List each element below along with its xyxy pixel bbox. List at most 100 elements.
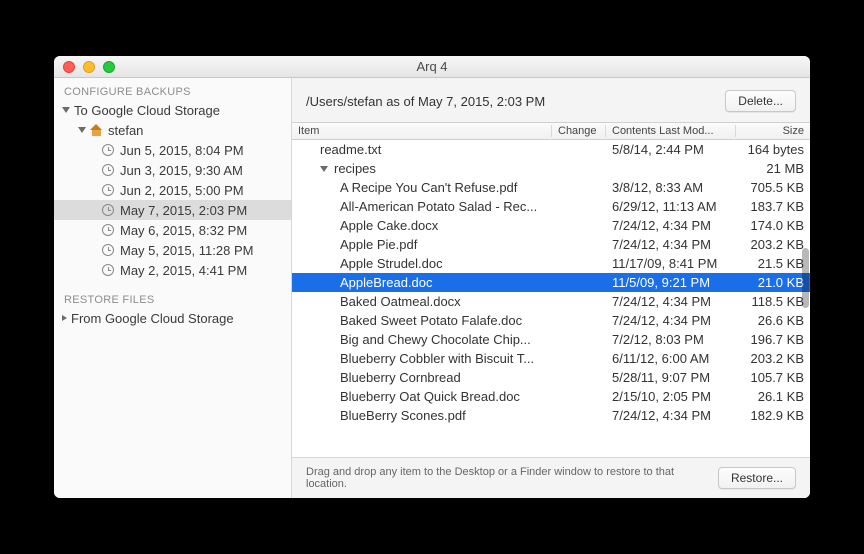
footer-hint: Drag and drop any item to the Desktop or… — [306, 466, 718, 490]
snapshot-label: May 5, 2015, 11:28 PM — [120, 243, 253, 258]
cell-item: Big and Chewy Chocolate Chip... — [292, 332, 552, 347]
cell-modified: 5/28/11, 9:07 PM — [606, 370, 736, 385]
cell-item: Apple Pie.pdf — [292, 237, 552, 252]
restore-source-row[interactable]: From Google Cloud Storage — [54, 308, 291, 328]
snapshot-label: May 7, 2015, 2:03 PM — [120, 203, 247, 218]
delete-button[interactable]: Delete... — [725, 90, 796, 112]
snapshot-row[interactable]: Jun 5, 2015, 8:04 PM — [54, 140, 291, 160]
file-name: Baked Sweet Potato Falafe.doc — [340, 313, 522, 328]
table-row[interactable]: All-American Potato Salad - Rec... 6/29/1… — [292, 197, 810, 216]
cell-item: Baked Oatmeal.docx — [292, 294, 552, 309]
disclosure-down-icon[interactable] — [62, 107, 70, 113]
table-row[interactable]: Baked Oatmeal.docx7/24/12, 4:34 PM118.5 … — [292, 292, 810, 311]
cell-item: All-American Potato Salad - Rec... — [292, 199, 552, 214]
col-change[interactable]: Change — [552, 125, 606, 137]
cell-modified: 6/29/12, 11:13 AM — [606, 199, 736, 214]
account-label: stefan — [108, 123, 143, 138]
scrollbar-thumb[interactable] — [802, 248, 809, 308]
file-name: readme.txt — [320, 142, 381, 157]
cell-size: 705.5 KB — [736, 180, 810, 195]
file-name: Blueberry Cobbler with Biscuit T... — [340, 351, 534, 366]
cell-size: 21.5 KB — [736, 256, 810, 271]
cell-size: 203.2 KB — [736, 237, 810, 252]
table-row[interactable]: Apple Pie.pdf 7/24/12, 4:34 PM203.2 KB — [292, 235, 810, 254]
cell-modified: 5/8/14, 2:44 PM — [606, 142, 736, 157]
cell-item: Blueberry Oat Quick Bread.doc — [292, 389, 552, 404]
home-folder-icon — [90, 125, 103, 136]
cell-size: 203.2 KB — [736, 351, 810, 366]
table-row[interactable]: Blueberry Cobbler with Biscuit T...6/11/… — [292, 349, 810, 368]
titlebar[interactable]: Arq 4 — [54, 56, 810, 78]
snapshot-row[interactable]: May 5, 2015, 11:28 PM — [54, 240, 291, 260]
cell-modified: 11/17/09, 8:41 PM — [606, 256, 736, 271]
table-row[interactable]: Baked Sweet Potato Falafe.doc 7/24/12, 4:… — [292, 311, 810, 330]
file-name: Apple Pie.pdf — [340, 237, 417, 252]
disclosure-down-icon[interactable] — [320, 166, 328, 172]
traffic-lights — [63, 61, 115, 73]
file-name: recipes — [334, 161, 376, 176]
table-row[interactable]: BlueBerry Scones.pdf7/24/12, 4:34 PM182.… — [292, 406, 810, 425]
table-row[interactable]: readme.txt5/8/14, 2:44 PM164 bytes — [292, 140, 810, 159]
cell-modified: 7/24/12, 4:34 PM — [606, 313, 736, 328]
cell-item: Blueberry Cobbler with Biscuit T... — [292, 351, 552, 366]
cell-item: Blueberry Cornbread — [292, 370, 552, 385]
cell-size: 183.7 KB — [736, 199, 810, 214]
table-row[interactable]: Big and Chewy Chocolate Chip... 7/2/12, 8… — [292, 330, 810, 349]
sidebar: CONFIGURE BACKUPS To Google Cloud Storag… — [54, 78, 292, 498]
cell-item: AppleBread.doc — [292, 275, 552, 290]
file-name: Baked Oatmeal.docx — [340, 294, 461, 309]
snapshot-row[interactable]: May 6, 2015, 8:32 PM — [54, 220, 291, 240]
file-name: AppleBread.doc — [340, 275, 433, 290]
table-row[interactable]: AppleBread.doc11/5/09, 9:21 PM21.0 KB — [292, 273, 810, 292]
table-row[interactable]: Apple Cake.docx7/24/12, 4:34 PM174.0 KB — [292, 216, 810, 235]
disclosure-right-icon[interactable] — [62, 315, 67, 321]
col-item[interactable]: Item — [292, 125, 552, 137]
table-row[interactable]: A Recipe You Can't Refuse.pdf3/8/12, 8:3… — [292, 178, 810, 197]
cell-size: 174.0 KB — [736, 218, 810, 233]
snapshot-row[interactable]: May 2, 2015, 4:41 PM — [54, 260, 291, 280]
cell-item: Apple Cake.docx — [292, 218, 552, 233]
file-name: A Recipe You Can't Refuse.pdf — [340, 180, 517, 195]
close-icon[interactable] — [63, 61, 75, 73]
cell-size: 21.0 KB — [736, 275, 810, 290]
backup-target-row[interactable]: To Google Cloud Storage — [54, 100, 291, 120]
cell-size: 196.7 KB — [736, 332, 810, 347]
table-row[interactable]: Apple Strudel.doc 11/17/09, 8:41 PM21.5 K… — [292, 254, 810, 273]
snapshot-row[interactable]: May 7, 2015, 2:03 PM — [54, 200, 291, 220]
snapshot-row[interactable]: Jun 2, 2015, 5:00 PM — [54, 180, 291, 200]
file-name: Apple Strudel.doc — [340, 256, 443, 271]
cell-item: Apple Strudel.doc — [292, 256, 552, 271]
cell-modified: 7/2/12, 8:03 PM — [606, 332, 736, 347]
table-row[interactable]: Blueberry Oat Quick Bread.doc 2/15/10, 2:… — [292, 387, 810, 406]
clock-icon — [102, 164, 114, 176]
table-row[interactable]: recipes 21 MB — [292, 159, 810, 178]
snapshot-label: Jun 3, 2015, 9:30 AM — [120, 163, 243, 178]
clock-icon — [102, 144, 114, 156]
file-table-body[interactable]: readme.txt5/8/14, 2:44 PM164 bytesrecipe… — [292, 140, 810, 457]
col-size[interactable]: Size — [736, 125, 810, 137]
table-row[interactable]: Blueberry Cornbread 5/28/11, 9:07 PM105.7… — [292, 368, 810, 387]
snapshot-label: Jun 5, 2015, 8:04 PM — [120, 143, 244, 158]
file-name: Blueberry Oat Quick Bread.doc — [340, 389, 520, 404]
col-modified[interactable]: Contents Last Mod... — [606, 125, 736, 137]
backup-target-label: To Google Cloud Storage — [74, 103, 220, 118]
zoom-icon[interactable] — [103, 61, 115, 73]
restore-button[interactable]: Restore... — [718, 467, 796, 489]
snapshot-label: May 6, 2015, 8:32 PM — [120, 223, 247, 238]
cell-item: Baked Sweet Potato Falafe.doc — [292, 313, 552, 328]
cell-size: 105.7 KB — [736, 370, 810, 385]
disclosure-down-icon[interactable] — [78, 127, 86, 133]
cell-item: recipes — [292, 161, 552, 176]
account-row[interactable]: stefan — [54, 120, 291, 140]
window-body: CONFIGURE BACKUPS To Google Cloud Storag… — [54, 78, 810, 498]
minimize-icon[interactable] — [83, 61, 95, 73]
cell-item: readme.txt — [292, 142, 552, 157]
clock-icon — [102, 244, 114, 256]
cell-modified: 7/24/12, 4:34 PM — [606, 237, 736, 252]
cell-size: 118.5 KB — [736, 294, 810, 309]
cell-item: BlueBerry Scones.pdf — [292, 408, 552, 423]
cell-size: 21 MB — [736, 161, 810, 176]
path-text: /Users/stefan as of May 7, 2015, 2:03 PM — [306, 94, 725, 109]
cell-modified: 2/15/10, 2:05 PM — [606, 389, 736, 404]
snapshot-row[interactable]: Jun 3, 2015, 9:30 AM — [54, 160, 291, 180]
